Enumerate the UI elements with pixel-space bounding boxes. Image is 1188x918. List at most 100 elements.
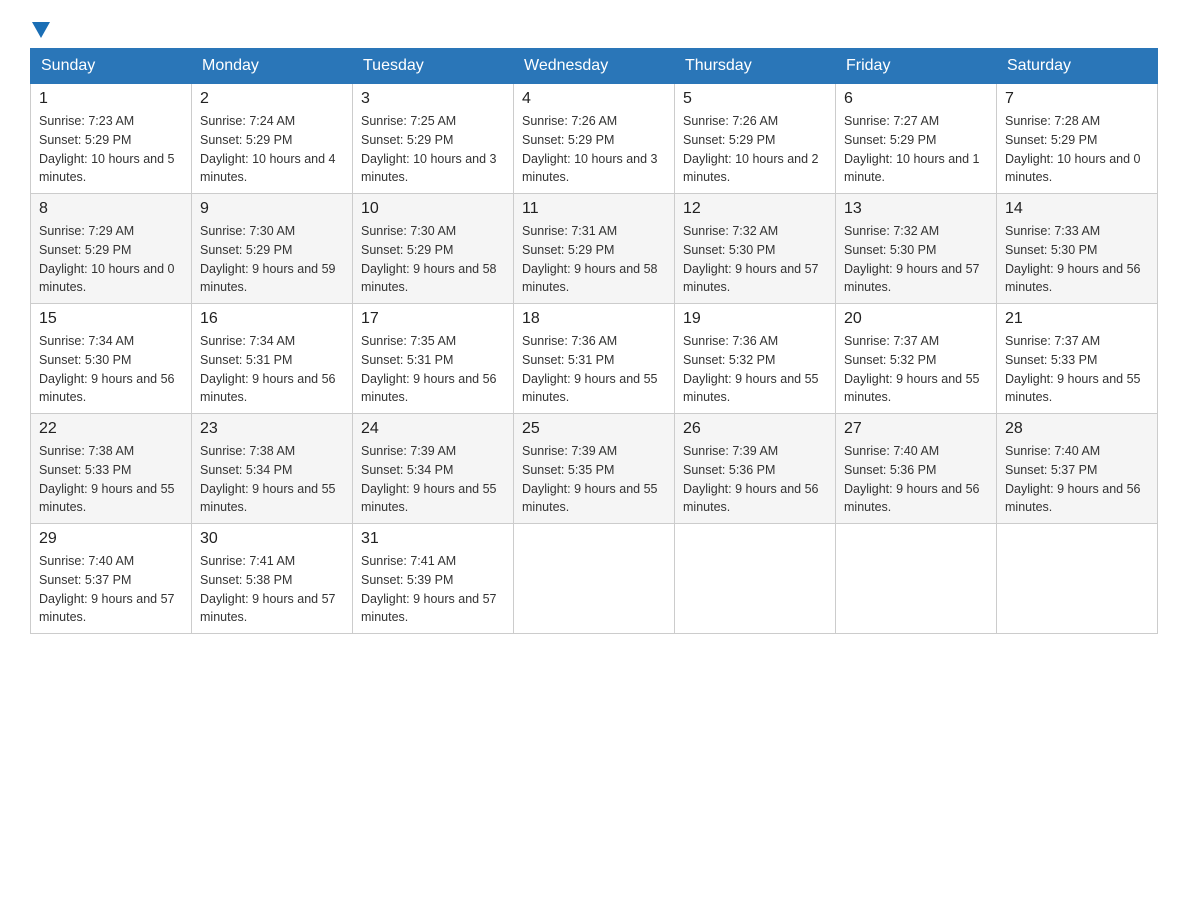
day-info: Sunrise: 7:37 AMSunset: 5:33 PMDaylight:… xyxy=(1005,332,1149,407)
calendar-cell: 18 Sunrise: 7:36 AMSunset: 5:31 PMDaylig… xyxy=(514,304,675,414)
day-number: 27 xyxy=(844,420,988,438)
day-info: Sunrise: 7:36 AMSunset: 5:32 PMDaylight:… xyxy=(683,332,827,407)
header-monday: Monday xyxy=(192,49,353,84)
day-info: Sunrise: 7:34 AMSunset: 5:31 PMDaylight:… xyxy=(200,332,344,407)
day-number: 20 xyxy=(844,310,988,328)
calendar-cell: 21 Sunrise: 7:37 AMSunset: 5:33 PMDaylig… xyxy=(997,304,1158,414)
day-info: Sunrise: 7:27 AMSunset: 5:29 PMDaylight:… xyxy=(844,112,988,187)
calendar-cell xyxy=(675,524,836,634)
day-info: Sunrise: 7:38 AMSunset: 5:34 PMDaylight:… xyxy=(200,442,344,517)
day-number: 14 xyxy=(1005,200,1149,218)
day-info: Sunrise: 7:34 AMSunset: 5:30 PMDaylight:… xyxy=(39,332,183,407)
day-number: 3 xyxy=(361,90,505,108)
day-info: Sunrise: 7:40 AMSunset: 5:37 PMDaylight:… xyxy=(39,552,183,627)
day-info: Sunrise: 7:32 AMSunset: 5:30 PMDaylight:… xyxy=(844,222,988,297)
day-info: Sunrise: 7:38 AMSunset: 5:33 PMDaylight:… xyxy=(39,442,183,517)
day-number: 8 xyxy=(39,200,183,218)
day-info: Sunrise: 7:26 AMSunset: 5:29 PMDaylight:… xyxy=(522,112,666,187)
day-number: 22 xyxy=(39,420,183,438)
calendar-cell: 10 Sunrise: 7:30 AMSunset: 5:29 PMDaylig… xyxy=(353,194,514,304)
day-info: Sunrise: 7:30 AMSunset: 5:29 PMDaylight:… xyxy=(200,222,344,297)
calendar-header-row: SundayMondayTuesdayWednesdayThursdayFrid… xyxy=(31,49,1158,84)
calendar-week-row: 15 Sunrise: 7:34 AMSunset: 5:30 PMDaylig… xyxy=(31,304,1158,414)
header-tuesday: Tuesday xyxy=(353,49,514,84)
calendar-cell: 3 Sunrise: 7:25 AMSunset: 5:29 PMDayligh… xyxy=(353,84,514,194)
calendar-week-row: 1 Sunrise: 7:23 AMSunset: 5:29 PMDayligh… xyxy=(31,84,1158,194)
day-number: 1 xyxy=(39,90,183,108)
day-number: 13 xyxy=(844,200,988,218)
day-number: 21 xyxy=(1005,310,1149,328)
calendar-cell: 30 Sunrise: 7:41 AMSunset: 5:38 PMDaylig… xyxy=(192,524,353,634)
calendar-cell: 16 Sunrise: 7:34 AMSunset: 5:31 PMDaylig… xyxy=(192,304,353,414)
day-number: 31 xyxy=(361,530,505,548)
calendar-cell: 20 Sunrise: 7:37 AMSunset: 5:32 PMDaylig… xyxy=(836,304,997,414)
day-number: 12 xyxy=(683,200,827,218)
day-info: Sunrise: 7:39 AMSunset: 5:36 PMDaylight:… xyxy=(683,442,827,517)
day-info: Sunrise: 7:24 AMSunset: 5:29 PMDaylight:… xyxy=(200,112,344,187)
day-number: 30 xyxy=(200,530,344,548)
calendar-cell: 1 Sunrise: 7:23 AMSunset: 5:29 PMDayligh… xyxy=(31,84,192,194)
day-info: Sunrise: 7:40 AMSunset: 5:36 PMDaylight:… xyxy=(844,442,988,517)
calendar-cell: 7 Sunrise: 7:28 AMSunset: 5:29 PMDayligh… xyxy=(997,84,1158,194)
calendar-cell: 31 Sunrise: 7:41 AMSunset: 5:39 PMDaylig… xyxy=(353,524,514,634)
calendar-cell: 9 Sunrise: 7:30 AMSunset: 5:29 PMDayligh… xyxy=(192,194,353,304)
header-thursday: Thursday xyxy=(675,49,836,84)
day-info: Sunrise: 7:28 AMSunset: 5:29 PMDaylight:… xyxy=(1005,112,1149,187)
day-number: 10 xyxy=(361,200,505,218)
day-number: 18 xyxy=(522,310,666,328)
day-number: 4 xyxy=(522,90,666,108)
calendar-cell: 25 Sunrise: 7:39 AMSunset: 5:35 PMDaylig… xyxy=(514,414,675,524)
calendar-week-row: 8 Sunrise: 7:29 AMSunset: 5:29 PMDayligh… xyxy=(31,194,1158,304)
day-number: 9 xyxy=(200,200,344,218)
day-number: 28 xyxy=(1005,420,1149,438)
calendar-cell: 5 Sunrise: 7:26 AMSunset: 5:29 PMDayligh… xyxy=(675,84,836,194)
calendar-table: SundayMondayTuesdayWednesdayThursdayFrid… xyxy=(30,48,1158,634)
day-number: 26 xyxy=(683,420,827,438)
day-number: 5 xyxy=(683,90,827,108)
calendar-cell: 22 Sunrise: 7:38 AMSunset: 5:33 PMDaylig… xyxy=(31,414,192,524)
day-number: 17 xyxy=(361,310,505,328)
day-info: Sunrise: 7:23 AMSunset: 5:29 PMDaylight:… xyxy=(39,112,183,187)
day-number: 25 xyxy=(522,420,666,438)
calendar-cell xyxy=(997,524,1158,634)
day-info: Sunrise: 7:30 AMSunset: 5:29 PMDaylight:… xyxy=(361,222,505,297)
day-info: Sunrise: 7:35 AMSunset: 5:31 PMDaylight:… xyxy=(361,332,505,407)
calendar-cell: 8 Sunrise: 7:29 AMSunset: 5:29 PMDayligh… xyxy=(31,194,192,304)
day-info: Sunrise: 7:31 AMSunset: 5:29 PMDaylight:… xyxy=(522,222,666,297)
day-number: 29 xyxy=(39,530,183,548)
day-number: 16 xyxy=(200,310,344,328)
calendar-cell: 14 Sunrise: 7:33 AMSunset: 5:30 PMDaylig… xyxy=(997,194,1158,304)
calendar-cell: 19 Sunrise: 7:36 AMSunset: 5:32 PMDaylig… xyxy=(675,304,836,414)
calendar-cell: 6 Sunrise: 7:27 AMSunset: 5:29 PMDayligh… xyxy=(836,84,997,194)
calendar-cell: 28 Sunrise: 7:40 AMSunset: 5:37 PMDaylig… xyxy=(997,414,1158,524)
calendar-week-row: 22 Sunrise: 7:38 AMSunset: 5:33 PMDaylig… xyxy=(31,414,1158,524)
calendar-cell: 27 Sunrise: 7:40 AMSunset: 5:36 PMDaylig… xyxy=(836,414,997,524)
day-info: Sunrise: 7:36 AMSunset: 5:31 PMDaylight:… xyxy=(522,332,666,407)
day-number: 24 xyxy=(361,420,505,438)
calendar-cell: 29 Sunrise: 7:40 AMSunset: 5:37 PMDaylig… xyxy=(31,524,192,634)
calendar-cell: 11 Sunrise: 7:31 AMSunset: 5:29 PMDaylig… xyxy=(514,194,675,304)
day-number: 23 xyxy=(200,420,344,438)
day-number: 11 xyxy=(522,200,666,218)
header-saturday: Saturday xyxy=(997,49,1158,84)
page-header xyxy=(30,20,1158,38)
calendar-cell xyxy=(836,524,997,634)
day-number: 7 xyxy=(1005,90,1149,108)
day-number: 15 xyxy=(39,310,183,328)
day-info: Sunrise: 7:33 AMSunset: 5:30 PMDaylight:… xyxy=(1005,222,1149,297)
calendar-cell: 4 Sunrise: 7:26 AMSunset: 5:29 PMDayligh… xyxy=(514,84,675,194)
calendar-cell: 2 Sunrise: 7:24 AMSunset: 5:29 PMDayligh… xyxy=(192,84,353,194)
day-info: Sunrise: 7:39 AMSunset: 5:35 PMDaylight:… xyxy=(522,442,666,517)
calendar-cell: 15 Sunrise: 7:34 AMSunset: 5:30 PMDaylig… xyxy=(31,304,192,414)
header-wednesday: Wednesday xyxy=(514,49,675,84)
calendar-cell: 24 Sunrise: 7:39 AMSunset: 5:34 PMDaylig… xyxy=(353,414,514,524)
day-info: Sunrise: 7:37 AMSunset: 5:32 PMDaylight:… xyxy=(844,332,988,407)
day-number: 2 xyxy=(200,90,344,108)
day-info: Sunrise: 7:41 AMSunset: 5:39 PMDaylight:… xyxy=(361,552,505,627)
day-number: 19 xyxy=(683,310,827,328)
day-info: Sunrise: 7:25 AMSunset: 5:29 PMDaylight:… xyxy=(361,112,505,187)
calendar-cell: 13 Sunrise: 7:32 AMSunset: 5:30 PMDaylig… xyxy=(836,194,997,304)
calendar-cell xyxy=(514,524,675,634)
calendar-cell: 26 Sunrise: 7:39 AMSunset: 5:36 PMDaylig… xyxy=(675,414,836,524)
day-info: Sunrise: 7:29 AMSunset: 5:29 PMDaylight:… xyxy=(39,222,183,297)
